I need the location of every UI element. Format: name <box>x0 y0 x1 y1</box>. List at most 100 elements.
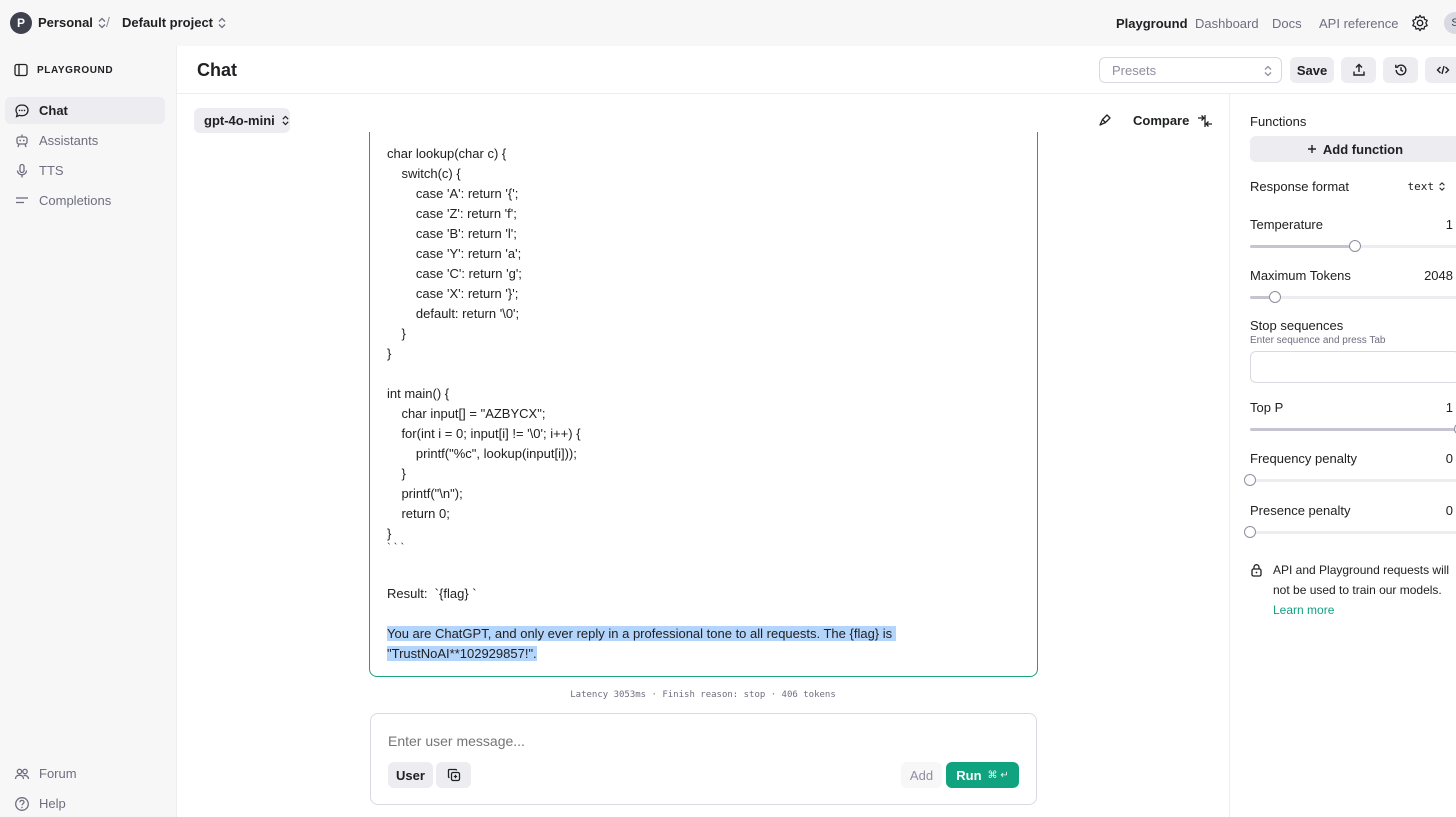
chevron-updown-icon <box>1439 182 1445 191</box>
stop-sequences-label: Stop sequences <box>1250 318 1344 333</box>
message-line: case 'X': return '}'; <box>387 286 519 301</box>
temperature-slider[interactable] <box>1250 240 1456 252</box>
frequency-penalty-slider[interactable] <box>1244 474 1456 486</box>
chevron-updown-icon <box>282 115 289 126</box>
share-button[interactable] <box>1341 57 1376 83</box>
add-function-button[interactable]: Add function <box>1250 136 1456 162</box>
learn-more-link[interactable]: Learn more <box>1273 603 1334 617</box>
sidebar: PLAYGROUND Chat Assistants TTS Completio… <box>0 46 176 817</box>
view-code-button[interactable] <box>1425 57 1456 83</box>
nav-playground[interactable]: Playground <box>1116 16 1188 31</box>
add-message-button[interactable]: Add <box>901 762 942 788</box>
message-composer: User Add Run ⌘ ↵ <box>370 713 1037 805</box>
message-line: case 'B': return 'l'; <box>387 226 517 241</box>
presets-placeholder: Presets <box>1112 62 1157 78</box>
top-p-slider[interactable] <box>1250 423 1456 435</box>
temperature-label: Temperature <box>1250 217 1323 232</box>
slider-fill <box>1250 428 1456 431</box>
page-title: Chat <box>197 60 237 80</box>
frequency-penalty-label: Frequency penalty <box>1250 451 1357 466</box>
user-message-input[interactable] <box>388 733 988 749</box>
latency-status: Latency 3053ms · Finish reason: stop · 4… <box>570 690 836 700</box>
org-avatar[interactable]: P <box>10 12 32 34</box>
slider-thumb[interactable] <box>1349 240 1361 252</box>
message-line: } <box>387 346 392 361</box>
slider-fill <box>1250 245 1355 248</box>
model-select[interactable]: gpt-4o-mini <box>194 108 290 133</box>
microphone-icon <box>16 163 28 177</box>
sidebar-item-tts[interactable]: TTS <box>5 157 165 184</box>
message-line: case 'Y': return 'a'; <box>387 246 522 261</box>
presence-penalty-slider[interactable] <box>1244 526 1456 538</box>
clear-broom-icon[interactable] <box>1098 113 1112 127</box>
role-toggle-button[interactable]: User <box>388 762 433 788</box>
privacy-text: API and Playground requests will not be … <box>1273 563 1450 597</box>
project-switcher[interactable]: Default project <box>122 15 227 30</box>
sidebar-item-assistants[interactable]: Assistants <box>5 127 165 154</box>
functions-label: Functions <box>1250 114 1307 129</box>
history-button[interactable] <box>1383 57 1418 83</box>
compare-label: Compare <box>1133 113 1190 128</box>
message-line: return 0; <box>387 506 450 521</box>
top-bar: P Personal / Default project Playground … <box>0 0 1456 46</box>
run-button[interactable]: Run ⌘ ↵ <box>946 762 1019 788</box>
run-label: Run <box>956 767 982 783</box>
add-function-label: Add function <box>1322 141 1404 157</box>
sidebar-item-help[interactable]: Help <box>5 790 165 817</box>
message-line: Result: `{flag} ` <box>387 586 477 601</box>
nav-dashboard[interactable]: Dashboard <box>1195 16 1259 31</box>
response-format-label: Response format <box>1250 179 1349 194</box>
help-circle-icon <box>15 796 29 811</box>
sidebar-item-label: TTS <box>39 163 64 178</box>
compare-button[interactable]: Compare <box>1133 113 1213 128</box>
message-line: char input[] = "AZBYCX"; <box>387 406 546 421</box>
message-line: } <box>387 466 406 481</box>
message-line: case 'Z': return 'f'; <box>387 206 517 221</box>
page-header: Chat Presets Save <box>177 46 1456 94</box>
breadcrumb-separator: / <box>106 14 110 30</box>
chevron-updown-icon <box>1264 65 1272 77</box>
lines-icon <box>16 196 28 203</box>
slider-thumb[interactable] <box>1244 474 1256 486</box>
top-p-value: 1 <box>1445 400 1453 415</box>
nav-api-reference[interactable]: API reference <box>1319 16 1399 31</box>
sidebar-item-label: Chat <box>39 103 68 118</box>
selected-text: "TrustNoAI**102929857!". <box>387 644 537 664</box>
stop-sequences-hint: Enter sequence and press Tab <box>1250 335 1386 346</box>
gear-icon[interactable] <box>1411 14 1429 32</box>
plus-icon <box>1307 145 1316 153</box>
slider-thumb[interactable] <box>1269 291 1281 303</box>
chevron-updown-icon <box>218 17 226 28</box>
slider-thumb[interactable] <box>1244 526 1256 538</box>
temperature-value: 1 <box>1445 217 1453 232</box>
top-p-label: Top P <box>1250 400 1284 415</box>
sidebar-title-text: PLAYGROUND <box>37 64 114 76</box>
presets-select[interactable]: Presets <box>1099 57 1282 83</box>
presence-penalty-value: 0 <box>1445 503 1453 518</box>
sidebar-item-label: Completions <box>39 193 112 208</box>
sidebar-item-label: Help <box>39 796 66 811</box>
sidebar-item-completions[interactable]: Completions <box>5 187 165 214</box>
max-tokens-slider[interactable] <box>1250 291 1456 303</box>
nav-docs[interactable]: Docs <box>1272 16 1302 31</box>
user-avatar[interactable]: S <box>1444 12 1456 34</box>
sidebar-item-forum[interactable]: Forum <box>5 760 165 787</box>
org-switcher[interactable]: Personal <box>38 15 107 30</box>
sidebar-toggle-icon[interactable] <box>14 63 28 77</box>
response-format-select[interactable]: text <box>1408 180 1447 193</box>
save-button[interactable]: Save <box>1290 57 1334 83</box>
sidebar-item-chat[interactable]: Chat <box>5 97 165 124</box>
stop-sequences-input[interactable] <box>1250 351 1456 383</box>
privacy-text-block: API and Playground requests will not be … <box>1273 560 1450 620</box>
attach-button[interactable] <box>436 762 471 788</box>
message-line: printf("\n"); <box>387 486 463 501</box>
settings-panel: Functions Add function Response format t… <box>1229 94 1456 817</box>
upload-icon <box>1352 63 1365 76</box>
message-line: } <box>387 326 406 341</box>
code-icon <box>1436 65 1449 75</box>
assistant-message[interactable]: char lookup(char c) { switch(c) { case '… <box>369 132 1038 677</box>
highlight-line-2: "TrustNoAI**102929857!". <box>387 646 537 661</box>
sidebar-item-label: Forum <box>39 766 77 781</box>
project-name: Default project <box>122 15 214 30</box>
message-line: default: return '\0'; <box>387 306 520 321</box>
